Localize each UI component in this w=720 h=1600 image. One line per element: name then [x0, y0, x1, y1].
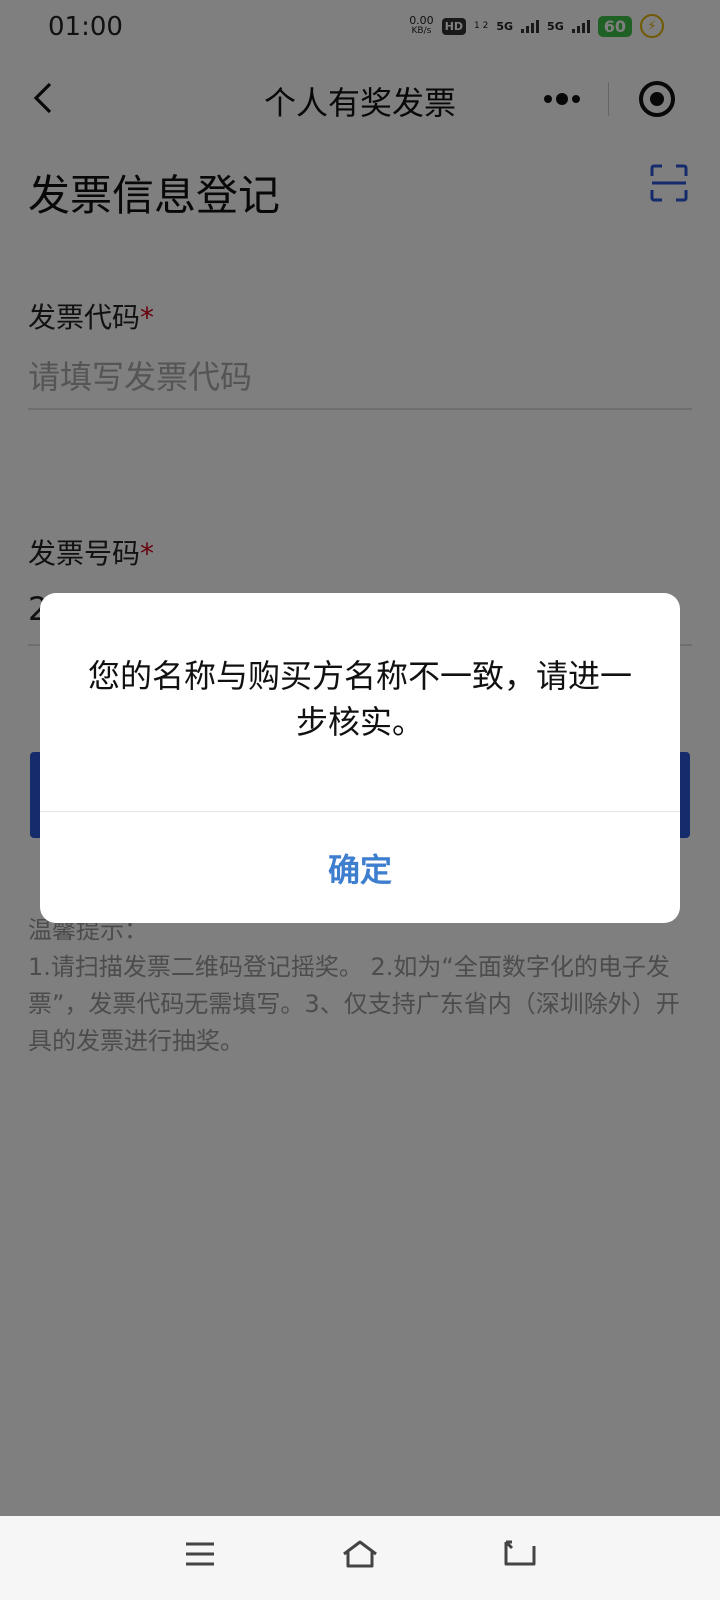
- alert-dialog: 您的名称与购买方名称不一致，请进一步核实。 确定: [40, 593, 680, 923]
- dialog-message: 您的名称与购买方名称不一致，请进一步核实。: [87, 657, 632, 741]
- menu-icon[interactable]: [184, 1538, 216, 1570]
- home-icon[interactable]: [340, 1538, 380, 1570]
- confirm-button[interactable]: 确定: [40, 812, 680, 923]
- back-nav-icon[interactable]: [502, 1538, 538, 1570]
- system-nav-bar: [0, 1516, 720, 1600]
